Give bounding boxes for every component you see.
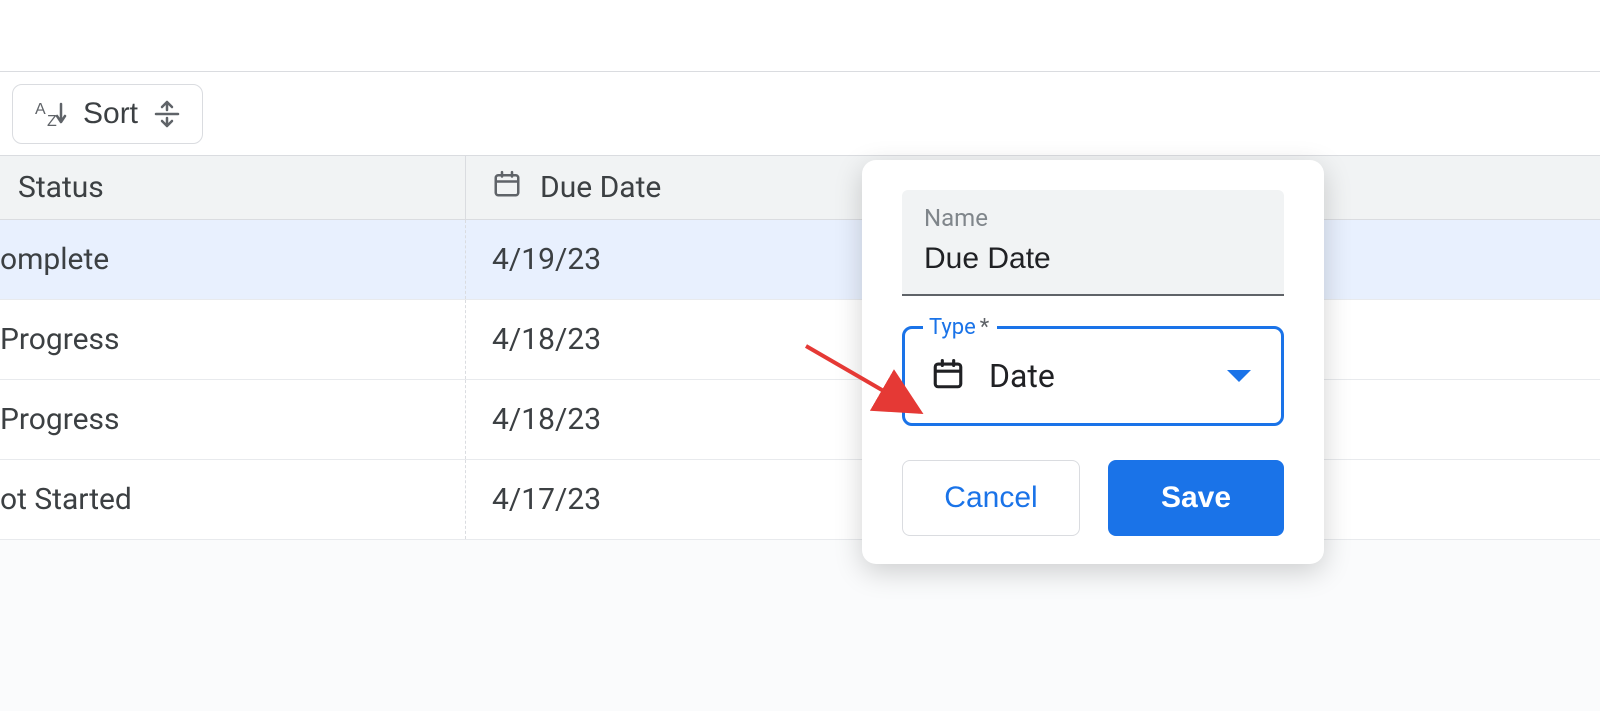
svg-text:A: A bbox=[35, 101, 46, 118]
cell-status[interactable]: Progress bbox=[0, 300, 466, 379]
grid-body: omplete 4/19/23 Progress 4/18/23 Progres… bbox=[0, 220, 1600, 540]
type-value: Date bbox=[989, 357, 1055, 395]
svg-text:Z: Z bbox=[47, 113, 57, 128]
column-header-status[interactable]: Status bbox=[0, 156, 466, 219]
table-row[interactable]: ot Started 4/17/23 bbox=[0, 460, 1600, 540]
calendar-icon bbox=[492, 169, 522, 207]
save-button[interactable]: Save bbox=[1108, 460, 1284, 536]
type-dropdown[interactable]: Type* Date bbox=[902, 326, 1284, 426]
cell-status[interactable]: Progress bbox=[0, 380, 466, 459]
sort-button[interactable]: A Z Sort bbox=[12, 84, 203, 144]
table-row[interactable]: Progress 4/18/23 bbox=[0, 380, 1600, 460]
column-header-status-label: Status bbox=[18, 170, 104, 205]
cell-status[interactable]: ot Started bbox=[0, 460, 466, 539]
cancel-button[interactable]: Cancel bbox=[902, 460, 1080, 536]
grid-header-row: Status Due Date bbox=[0, 156, 1600, 220]
table-row[interactable]: Progress 4/18/23 bbox=[0, 300, 1600, 380]
column-header-due-date-label: Due Date bbox=[540, 170, 661, 205]
cell-status[interactable]: omplete bbox=[0, 220, 466, 299]
table-row[interactable]: omplete 4/19/23 bbox=[0, 220, 1600, 300]
name-field[interactable]: Name bbox=[902, 190, 1284, 296]
sort-button-label: Sort bbox=[83, 97, 138, 131]
column-edit-popover: Name Type* Date Cancel Save bbox=[862, 160, 1324, 564]
type-field-label: Type* bbox=[923, 315, 997, 340]
dropdown-caret-icon bbox=[1227, 370, 1251, 382]
calendar-icon bbox=[931, 357, 965, 395]
name-input[interactable] bbox=[924, 242, 1262, 276]
top-spacer bbox=[0, 0, 1600, 72]
row-height-icon bbox=[154, 100, 180, 128]
name-field-label: Name bbox=[924, 204, 1262, 232]
toolbar: A Z Sort bbox=[0, 72, 1600, 156]
sort-az-icon: A Z bbox=[35, 100, 67, 128]
